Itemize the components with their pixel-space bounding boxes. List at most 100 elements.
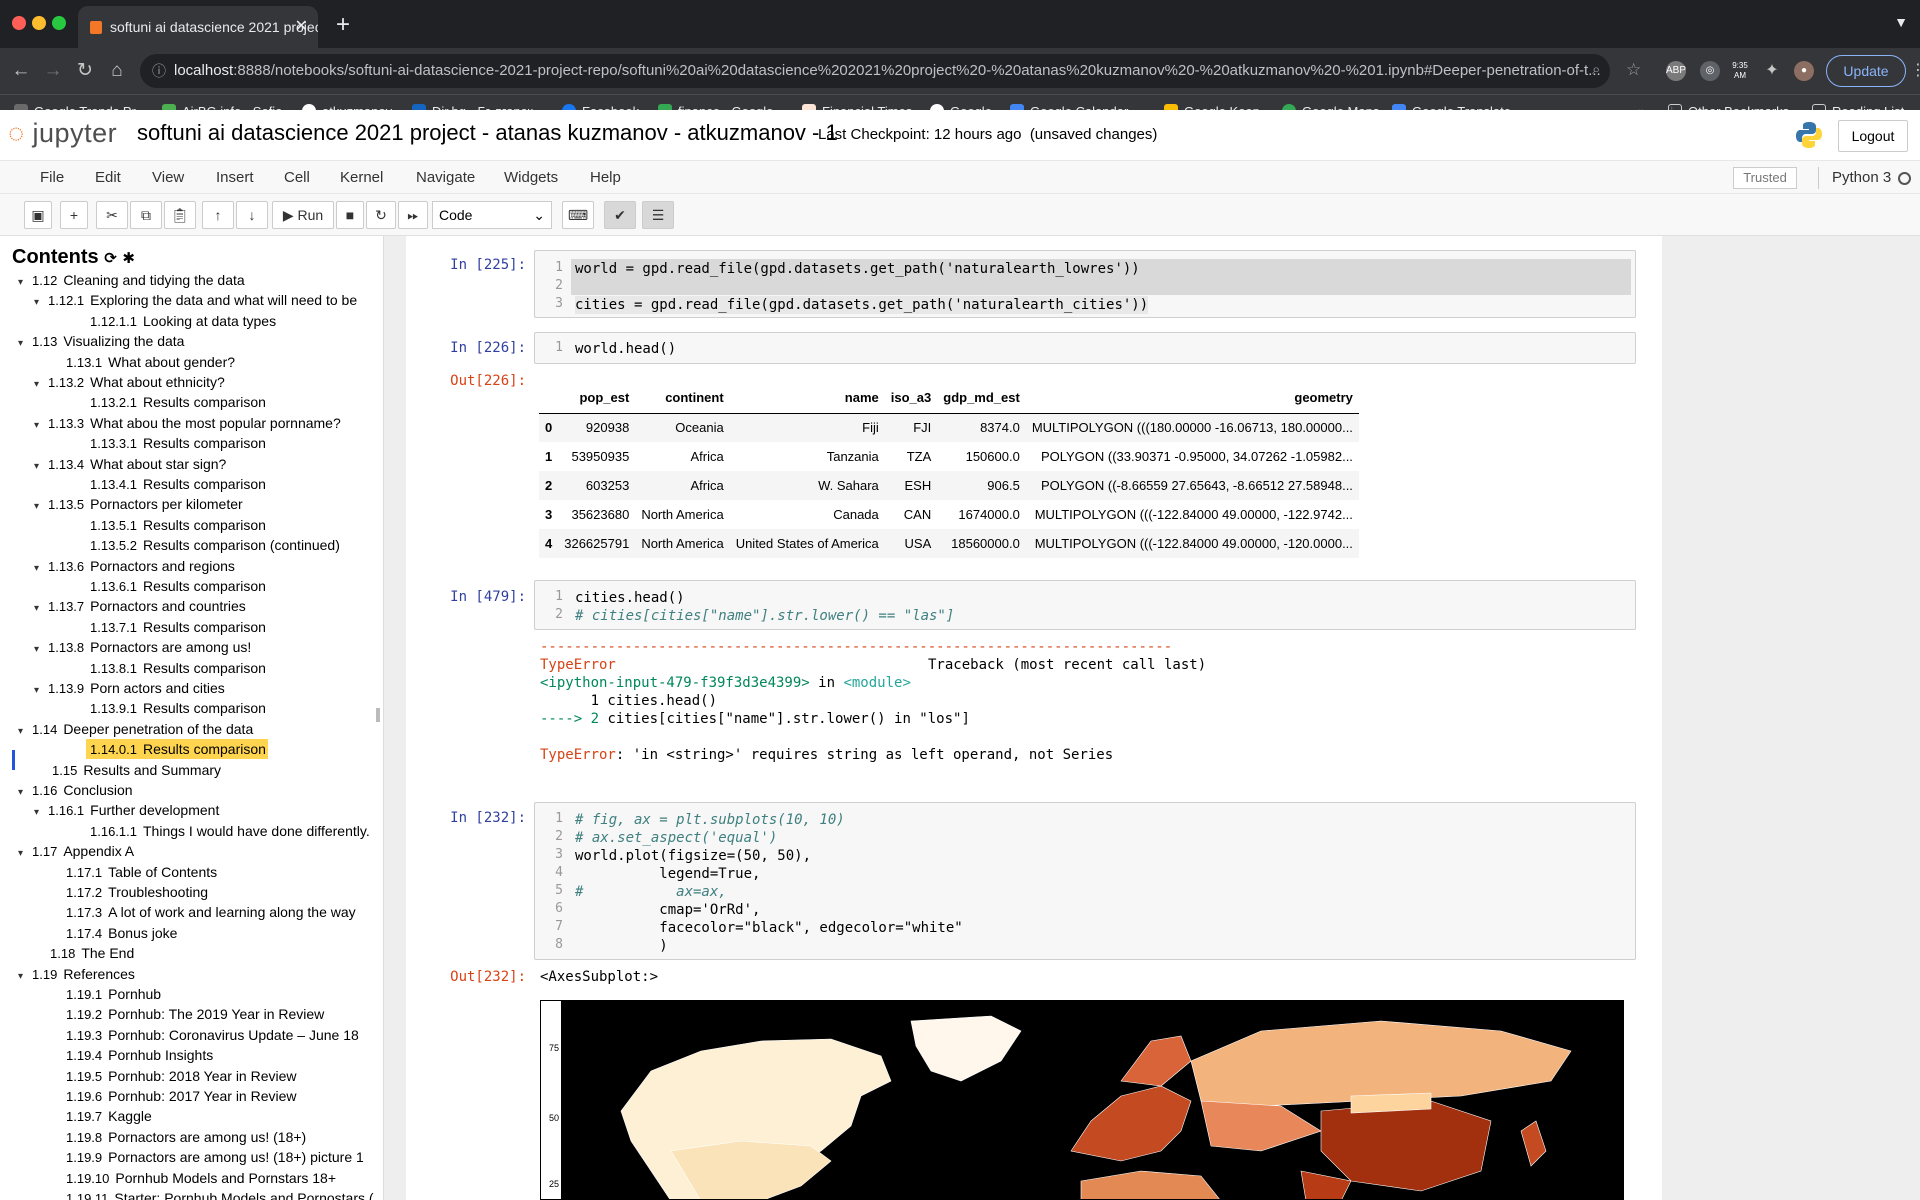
restart-icon[interactable]: ↻ — [366, 201, 396, 229]
caret-down-icon[interactable]: ▾ — [34, 599, 44, 619]
toc-item[interactable]: ▾ 1.13.9 Porn actors and cities — [34, 678, 225, 698]
adblock-extension-icon[interactable]: ABP — [1666, 61, 1686, 81]
menu-widgets[interactable]: Widgets — [504, 161, 558, 195]
save-icon[interactable]: ▣ — [24, 201, 52, 229]
toc-item[interactable]: 1.12.1.1 Looking at data types — [86, 311, 276, 331]
toc-item[interactable]: ▾ 1.13.7 Pornactors and countries — [34, 596, 246, 616]
tab-search-icon[interactable]: ▼ — [1894, 14, 1908, 30]
caret-down-icon[interactable]: ▾ — [18, 273, 28, 293]
browser-tab[interactable]: softuni ai datascience 2021 project - at… — [78, 6, 318, 48]
toc-item[interactable]: ▾ 1.19 References — [18, 964, 135, 984]
close-window-button[interactable] — [12, 16, 26, 30]
toc-item[interactable]: 1.19.4 Pornhub Insights — [62, 1045, 213, 1065]
move-down-icon[interactable]: ↓ — [236, 201, 268, 229]
toc-item[interactable]: 1.19.9 Pornactors are among us! (18+) pic… — [62, 1147, 364, 1167]
back-arrow-icon[interactable]: ← — [8, 58, 34, 84]
toc-item[interactable]: 1.13.6.1 Results comparison — [86, 576, 266, 596]
kernel-name[interactable]: Python 3 — [1832, 161, 1891, 195]
bookmark-star-icon[interactable]: ☆ — [1626, 60, 1641, 80]
toc-item[interactable]: 1.15 Results and Summary — [48, 760, 221, 780]
toc-item[interactable]: 1.13.5.2 Results comparison (continued) — [86, 535, 340, 555]
close-tab-icon[interactable]: ✕ — [295, 6, 308, 48]
toc-item[interactable]: 1.19.7 Kaggle — [62, 1106, 152, 1126]
caret-down-icon[interactable]: ▾ — [34, 375, 44, 395]
caret-down-icon[interactable]: ▾ — [34, 640, 44, 660]
toc-item[interactable]: 1.16.1.1 Things I would have done differe… — [86, 821, 370, 841]
insert-cell-icon[interactable]: + — [60, 201, 88, 229]
code-cell-input[interactable]: 1 2 3 world = gpd.read_file(gpd.datasets… — [534, 250, 1636, 318]
code-cell-input[interactable]: 1 # fig, ax = plt.subplots(10, 10) 2 # ax.s… — [534, 802, 1636, 960]
toc-item[interactable]: ▾ 1.12 Cleaning and tidying the data — [18, 270, 245, 290]
refresh-icon[interactable]: ⟳ — [104, 250, 117, 267]
toc-item[interactable]: ▾ 1.16 Conclusion — [18, 780, 133, 800]
toc-item[interactable]: ▾ 1.13.6 Pornactors and regions — [34, 556, 235, 576]
maximize-window-button[interactable] — [52, 16, 66, 30]
restart-run-all-icon[interactable]: ⏩︎ — [398, 201, 428, 229]
toc-item[interactable]: 1.13.4.1 Results comparison — [86, 474, 266, 494]
caret-down-icon[interactable]: ▾ — [34, 559, 44, 579]
caret-down-icon[interactable]: ▾ — [34, 497, 44, 517]
caret-down-icon[interactable]: ▾ — [18, 722, 28, 742]
home-icon[interactable]: ⌂ — [104, 58, 130, 84]
more-menu-icon[interactable]: ⋮ — [1910, 60, 1920, 80]
forward-arrow-icon[interactable]: → — [40, 58, 66, 84]
toc-item[interactable]: 1.18 The End — [46, 943, 134, 963]
toc-item[interactable]: 1.19.2 Pornhub: The 2019 Year in Review — [62, 1004, 324, 1024]
toc-resize-handle[interactable] — [376, 708, 380, 722]
code-cell-input[interactable]: 1 2 cities.head() # cities[cities["name"… — [534, 580, 1636, 630]
url-field[interactable]: ⓘ localhost:8888/notebooks/softuni-ai-da… — [140, 54, 1610, 88]
command-palette-icon[interactable]: ⌨ — [562, 201, 594, 229]
copy-icon[interactable]: ⧉ — [130, 201, 162, 229]
menu-cell[interactable]: Cell — [284, 161, 310, 195]
caret-down-icon[interactable]: ▾ — [18, 783, 28, 803]
extension-icon[interactable]: ◎ — [1700, 61, 1720, 81]
code-cell-input[interactable]: 1 world.head() — [534, 332, 1636, 364]
run-button[interactable]: ▶ Run — [272, 201, 334, 229]
menu-navigate[interactable]: Navigate — [416, 161, 475, 195]
toc-item[interactable]: ▾ 1.16.1 Further development — [34, 800, 219, 820]
toc-item[interactable]: 1.19.3 Pornhub: Coronavirus Update – June… — [62, 1025, 359, 1045]
toc-item[interactable]: ▾ 1.13.3 What abou the most popular pornna… — [34, 413, 341, 433]
caret-down-icon[interactable]: ▾ — [34, 803, 44, 823]
profile-avatar[interactable]: ● — [1794, 61, 1814, 81]
reload-icon[interactable]: ↻ — [72, 58, 98, 84]
toc-item[interactable]: ▾ 1.13.4 What about star sign? — [34, 454, 226, 474]
caret-down-icon[interactable]: ▾ — [34, 457, 44, 477]
gear-icon[interactable]: ✱ — [122, 250, 135, 267]
validate-icon[interactable]: ✔ — [604, 201, 636, 229]
paste-icon[interactable]: 📋︎ — [164, 201, 196, 229]
toc-item[interactable]: 1.13.9.1 Results comparison — [86, 698, 266, 718]
toc-item[interactable]: ▾ 1.13.8 Pornactors are among us! — [34, 637, 251, 657]
clock-extension-icon[interactable]: 9:35 AM — [1730, 61, 1750, 81]
toc-item[interactable]: ▾ 1.13.2 What about ethnicity? — [34, 372, 225, 392]
move-up-icon[interactable]: ↑ — [202, 201, 234, 229]
toc-item[interactable]: 1.19.11 Starter: Pornhub Models and Porno… — [62, 1188, 374, 1200]
toc-item[interactable]: 1.17.2 Troubleshooting — [62, 882, 208, 902]
zoom-icon[interactable]: ⌕ — [1592, 61, 1600, 78]
caret-down-icon[interactable]: ▾ — [34, 416, 44, 436]
toc-item[interactable]: 1.13.5.1 Results comparison — [86, 515, 266, 535]
update-button[interactable]: Update — [1826, 55, 1906, 87]
toc-item[interactable]: 1.17.1 Table of Contents — [62, 862, 217, 882]
toc-item[interactable]: 1.17.3 A lot of work and learning along t… — [62, 902, 356, 922]
toc-item[interactable]: ▾ 1.13.5 Pornactors per kilometer — [34, 494, 243, 514]
toc-item[interactable]: ▾ 1.17 Appendix A — [18, 841, 134, 861]
toc-item[interactable]: 1.13.3.1 Results comparison — [86, 433, 266, 453]
new-tab-button[interactable]: + — [328, 8, 358, 42]
toc-item[interactable]: ▾ 1.12.1 Exploring the data and what will … — [34, 290, 357, 310]
caret-down-icon[interactable]: ▾ — [18, 967, 28, 987]
interrupt-icon[interactable]: ■ — [336, 201, 364, 229]
toc-item[interactable]: 1.19.6 Pornhub: 2017 Year in Review — [62, 1086, 297, 1106]
logout-button[interactable]: Logout — [1838, 120, 1908, 152]
toc-item[interactable]: ▾ 1.14 Deeper penetration of the data — [18, 719, 253, 739]
caret-down-icon[interactable]: ▾ — [34, 293, 44, 313]
toc-item[interactable]: 1.13.7.1 Results comparison — [86, 617, 266, 637]
toc-item[interactable]: 1.19.5 Pornhub: 2018 Year in Review — [62, 1066, 297, 1086]
menu-insert[interactable]: Insert — [216, 161, 254, 195]
toc-item[interactable]: 1.19.10 Pornhub Models and Pornstars 18+ — [62, 1168, 336, 1188]
toc-item[interactable]: 1.17.4 Bonus joke — [62, 923, 177, 943]
menu-help[interactable]: Help — [590, 161, 621, 195]
toc-item[interactable]: 1.13.8.1 Results comparison — [86, 658, 266, 678]
caret-down-icon[interactable]: ▾ — [18, 844, 28, 864]
toc-item[interactable]: 1.19.1 Pornhub — [62, 984, 161, 1004]
